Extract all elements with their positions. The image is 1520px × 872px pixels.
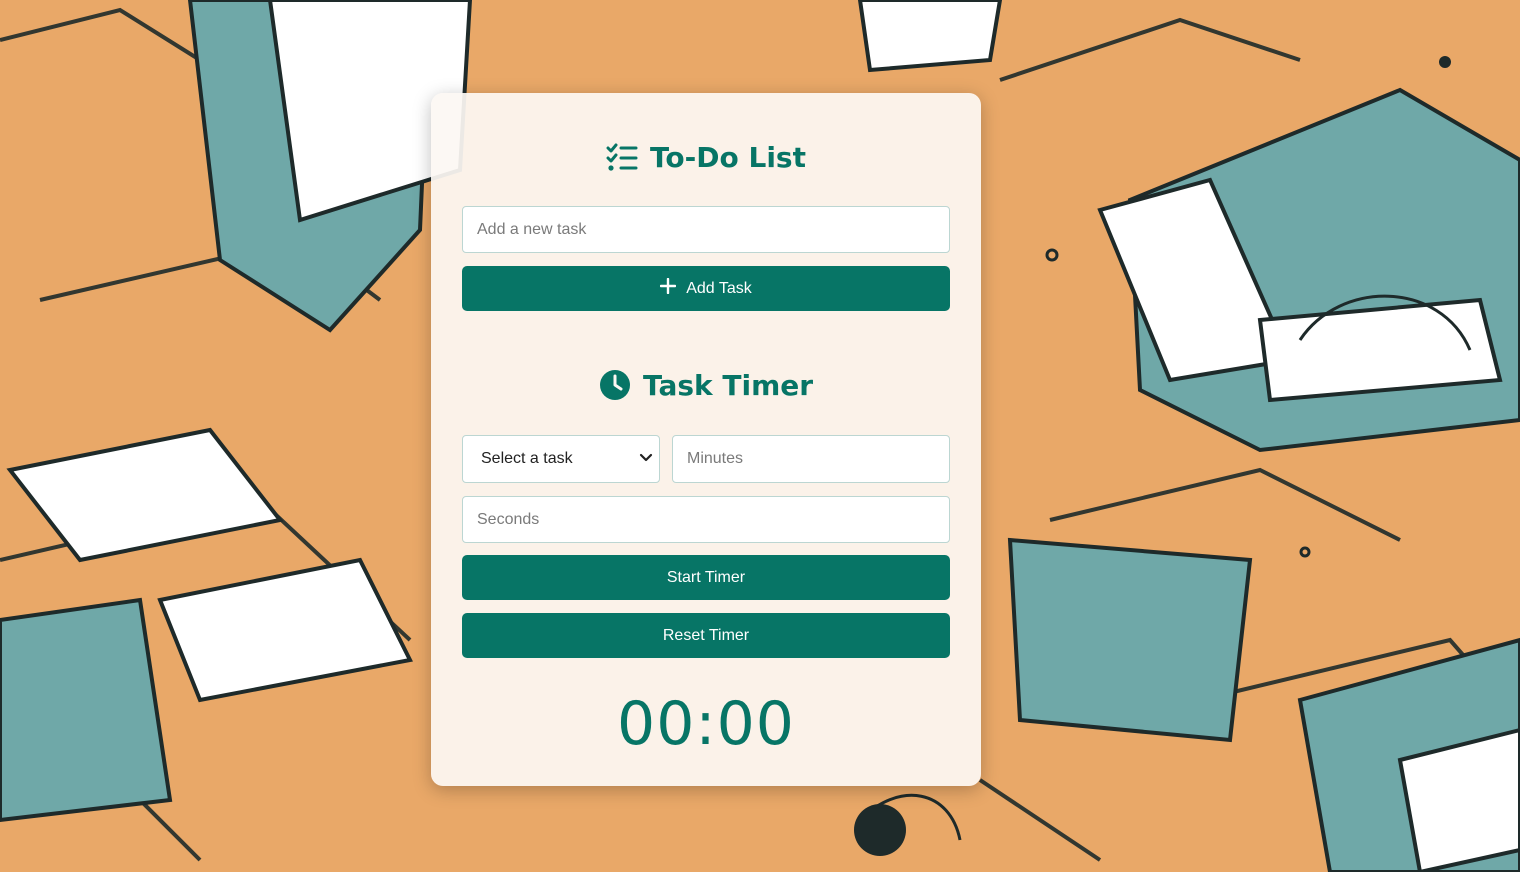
reset-timer-label: Reset Timer <box>662 626 750 644</box>
todo-timer-card: To-Do List Add Task Task Timer Select a … <box>431 93 981 786</box>
new-task-input[interactable] <box>462 206 950 253</box>
task-select[interactable]: Select a task <box>462 435 660 483</box>
start-timer-label: Start Timer <box>666 568 746 586</box>
task-select-value: Select a task <box>481 450 573 467</box>
add-task-button[interactable]: Add Task <box>462 266 950 311</box>
add-task-label: Add Task <box>686 279 752 297</box>
timer-title: Task Timer <box>431 365 981 405</box>
minutes-input[interactable] <box>672 435 950 483</box>
reset-timer-button[interactable]: Reset Timer <box>462 613 950 658</box>
todo-title: To-Do List <box>431 137 981 177</box>
list-check-icon <box>606 143 638 171</box>
todo-title-text: To-Do List <box>650 140 806 174</box>
timer-display: 00:00 <box>617 689 795 759</box>
clock-icon <box>599 369 631 401</box>
timer-title-text: Task Timer <box>642 368 814 402</box>
plus-icon <box>660 277 677 299</box>
chevron-down-icon <box>639 450 653 468</box>
seconds-input[interactable] <box>462 496 950 543</box>
start-timer-button[interactable]: Start Timer <box>462 555 950 600</box>
